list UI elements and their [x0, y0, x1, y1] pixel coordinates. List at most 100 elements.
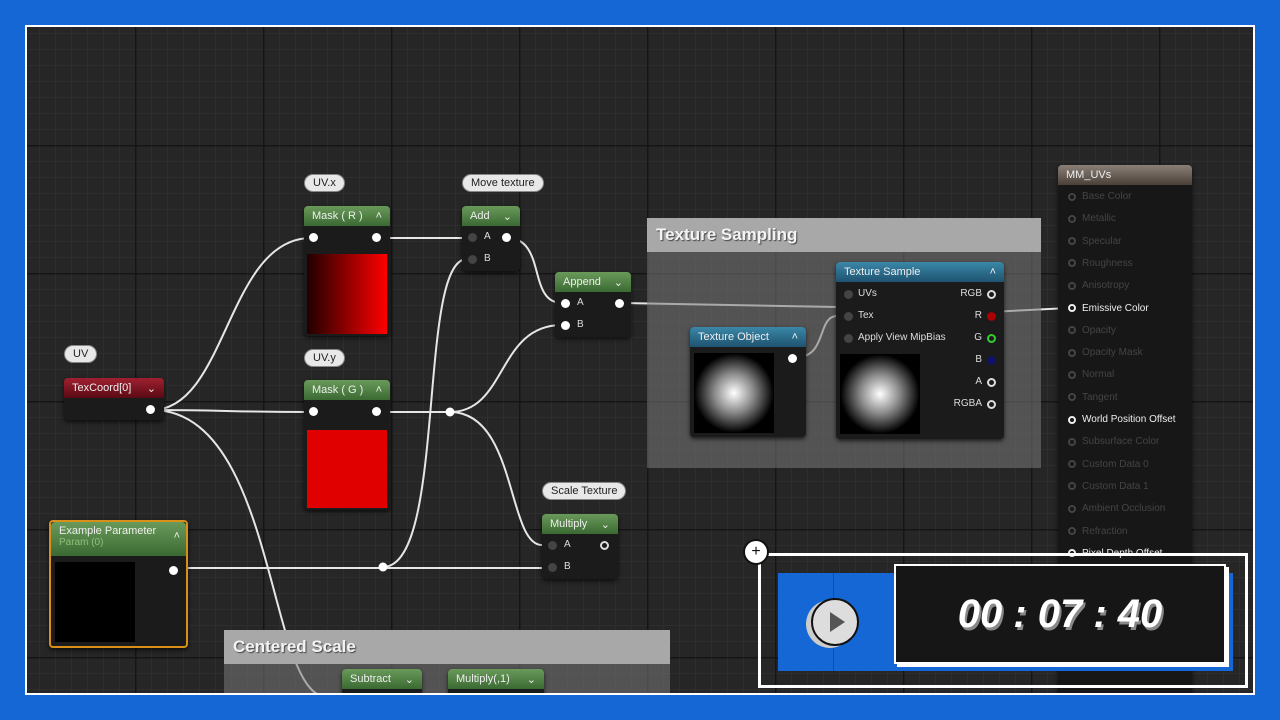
preview-thumbnail: [840, 354, 920, 434]
chevron-up-icon[interactable]: ˄: [376, 384, 382, 396]
pin-label: Refraction: [1082, 525, 1128, 537]
node-append[interactable]: Append ⌄ A B: [555, 272, 631, 337]
node-title: Mask ( R ): [312, 210, 363, 222]
input-pin[interactable]: [844, 312, 853, 321]
pin-label: Tex: [858, 310, 874, 321]
material-input-pin[interactable]: Specular: [1068, 236, 1121, 247]
chevron-up-icon[interactable]: ˄: [376, 210, 382, 222]
pin-label: A: [975, 376, 982, 387]
output-pin[interactable]: [146, 405, 155, 414]
input-pin-a[interactable]: [548, 541, 557, 550]
node-title: Multiply(,1): [456, 673, 510, 685]
pin-icon: [1068, 192, 1076, 201]
output-pin[interactable]: [987, 378, 996, 387]
preview-thumbnail: [307, 430, 387, 508]
pin-label: Emissive Color: [1082, 302, 1149, 314]
material-input-pin[interactable]: Roughness: [1068, 258, 1133, 269]
material-input-pin[interactable]: Metallic: [1068, 213, 1116, 224]
pin-icon: [1068, 415, 1076, 424]
node-subtract[interactable]: Subtract ⌄: [342, 669, 422, 693]
input-pin-a[interactable]: [468, 233, 477, 242]
material-input-pin[interactable]: Refraction: [1068, 526, 1128, 537]
output-pin[interactable]: [987, 356, 996, 365]
pin-label: Custom Data 1: [1082, 480, 1149, 492]
material-input-pin[interactable]: World Position Offset: [1068, 414, 1176, 425]
material-input-pin[interactable]: Tangent: [1068, 392, 1118, 403]
material-input-pin[interactable]: Subsurface Color: [1068, 436, 1159, 447]
material-input-pin[interactable]: Base Color: [1068, 191, 1131, 202]
pin-icon: [1068, 326, 1076, 335]
node-texcoord[interactable]: TexCoord[0] ⌄: [64, 378, 164, 420]
pin-label: A: [577, 297, 584, 308]
pin-icon: [1068, 281, 1076, 290]
output-pin[interactable]: [987, 334, 996, 343]
chevron-up-icon[interactable]: ˄: [990, 266, 996, 278]
node-mask-g[interactable]: Mask ( G ) ˄: [304, 380, 390, 510]
input-pin-b[interactable]: [561, 321, 570, 330]
output-pin[interactable]: [169, 566, 178, 575]
material-input-pin[interactable]: Emissive Color: [1068, 303, 1149, 314]
node-comment: Move texture: [462, 174, 544, 192]
input-pin-b[interactable]: [548, 563, 557, 572]
node-title: Subtract: [350, 673, 391, 685]
input-pin[interactable]: [309, 233, 318, 242]
output-pin[interactable]: [788, 354, 797, 363]
output-pin[interactable]: [600, 541, 609, 550]
node-example-parameter[interactable]: Example Parameter Param (0) ˄: [49, 520, 188, 648]
chevron-down-icon[interactable]: ⌄: [147, 382, 156, 395]
node-title: Mask ( G ): [312, 384, 364, 396]
comment-centered-scale[interactable]: Centered Scale: [224, 630, 670, 693]
input-pin[interactable]: [309, 407, 318, 416]
node-mask-r[interactable]: Mask ( R ) ˄: [304, 206, 390, 336]
node-texture-sample[interactable]: Texture Sample ˄ UVs Tex Apply View MipBi…: [836, 262, 1004, 439]
output-pin[interactable]: [502, 233, 511, 242]
input-pin-a[interactable]: [561, 299, 570, 308]
wire: [449, 324, 563, 413]
comment-title: Texture Sampling: [647, 218, 1041, 252]
input-pin[interactable]: [844, 290, 853, 299]
play-button[interactable]: [811, 598, 859, 646]
chevron-down-icon[interactable]: ⌄: [527, 673, 536, 686]
node-title: Add: [470, 210, 490, 222]
output-pin[interactable]: [987, 312, 996, 321]
play-icon: [830, 612, 845, 632]
preview-thumbnail: [307, 254, 387, 334]
material-input-pin[interactable]: Opacity: [1068, 325, 1116, 336]
node-texture-object[interactable]: Texture Object ˄: [690, 327, 806, 437]
pin-icon: [1068, 214, 1076, 223]
pin-label: Specular: [1082, 235, 1122, 247]
pin-label: Opacity: [1082, 324, 1116, 336]
pin-icon: [1068, 437, 1076, 446]
node-multiply[interactable]: Multiply ⌄ A B: [542, 514, 618, 579]
node-add[interactable]: Add ⌄ A B: [462, 206, 520, 271]
node-comment: UV.x: [304, 174, 345, 192]
material-input-pin[interactable]: Ambient Occlusion: [1068, 503, 1165, 514]
input-pin-b[interactable]: [468, 255, 477, 264]
material-input-pin[interactable]: Custom Data 1: [1068, 481, 1149, 492]
material-input-pin[interactable]: Anisotropy: [1068, 280, 1129, 291]
pin-label: Subsurface Color: [1082, 436, 1160, 448]
pin-label: A: [484, 231, 491, 242]
output-pin[interactable]: [615, 299, 624, 308]
input-pin[interactable]: [844, 334, 853, 343]
chevron-down-icon[interactable]: ⌄: [614, 276, 623, 289]
chevron-up-icon[interactable]: ˄: [792, 331, 798, 343]
chevron-down-icon[interactable]: ⌄: [503, 210, 512, 223]
material-input-pin[interactable]: Normal: [1068, 369, 1114, 380]
pin-label: Metallic: [1082, 213, 1116, 225]
chevron-up-icon[interactable]: ˄: [174, 530, 180, 542]
node-multiply-1[interactable]: Multiply(,1) ⌄: [448, 669, 544, 693]
plus-icon[interactable]: +: [743, 539, 769, 565]
chevron-down-icon[interactable]: ⌄: [405, 673, 414, 686]
output-pin[interactable]: [987, 290, 996, 299]
pin-label: RGBA: [953, 398, 982, 409]
output-pin[interactable]: [372, 233, 381, 242]
output-pin[interactable]: [372, 407, 381, 416]
pin-icon: [1068, 259, 1076, 268]
node-title: MM_UVs: [1066, 169, 1112, 181]
output-pin[interactable]: [987, 400, 996, 409]
material-input-pin[interactable]: Custom Data 0: [1068, 459, 1149, 470]
chevron-down-icon[interactable]: ⌄: [601, 518, 610, 531]
material-input-pin[interactable]: Opacity Mask: [1068, 347, 1143, 358]
node-title: Append: [563, 276, 601, 288]
